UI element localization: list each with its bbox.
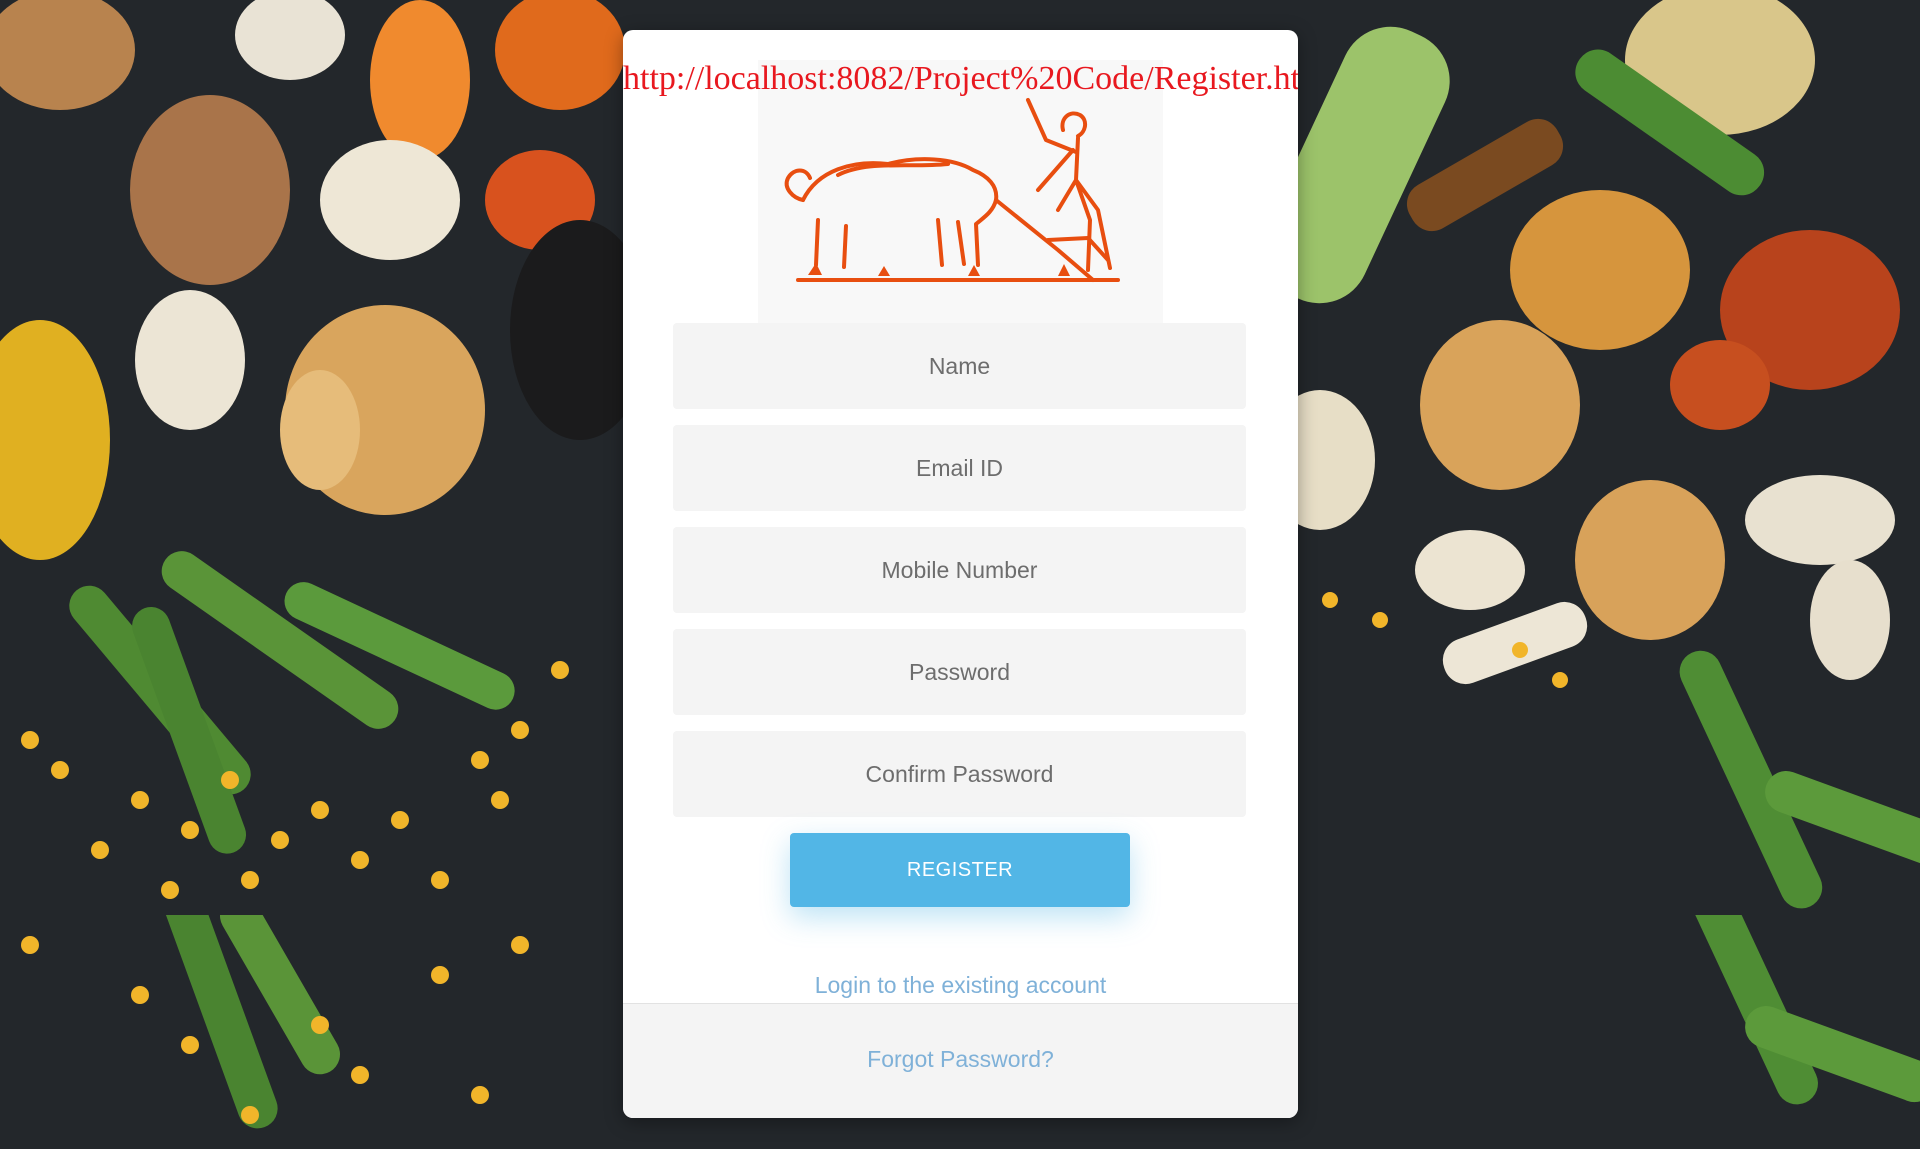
page-url-overlay: http://localhost:8082/Project%20Code/Reg… — [623, 60, 1298, 97]
register-form — [673, 323, 1246, 833]
login-existing-account-link[interactable]: Login to the existing account — [623, 972, 1298, 999]
forgot-password-link[interactable]: Forgot Password? — [623, 1046, 1298, 1073]
card-footer: Forgot Password? — [623, 1003, 1298, 1118]
register-card: http://localhost:8082/Project%20Code/Reg… — [623, 30, 1298, 1118]
email-input[interactable] — [673, 425, 1246, 511]
password-input[interactable] — [673, 629, 1246, 715]
name-input[interactable] — [673, 323, 1246, 409]
mobile-number-input[interactable] — [673, 527, 1246, 613]
register-button[interactable]: REGISTER — [790, 833, 1130, 907]
logo — [758, 60, 1163, 344]
confirm-password-input[interactable] — [673, 731, 1246, 817]
farmer-plowing-with-oxen-icon — [784, 98, 1120, 282]
